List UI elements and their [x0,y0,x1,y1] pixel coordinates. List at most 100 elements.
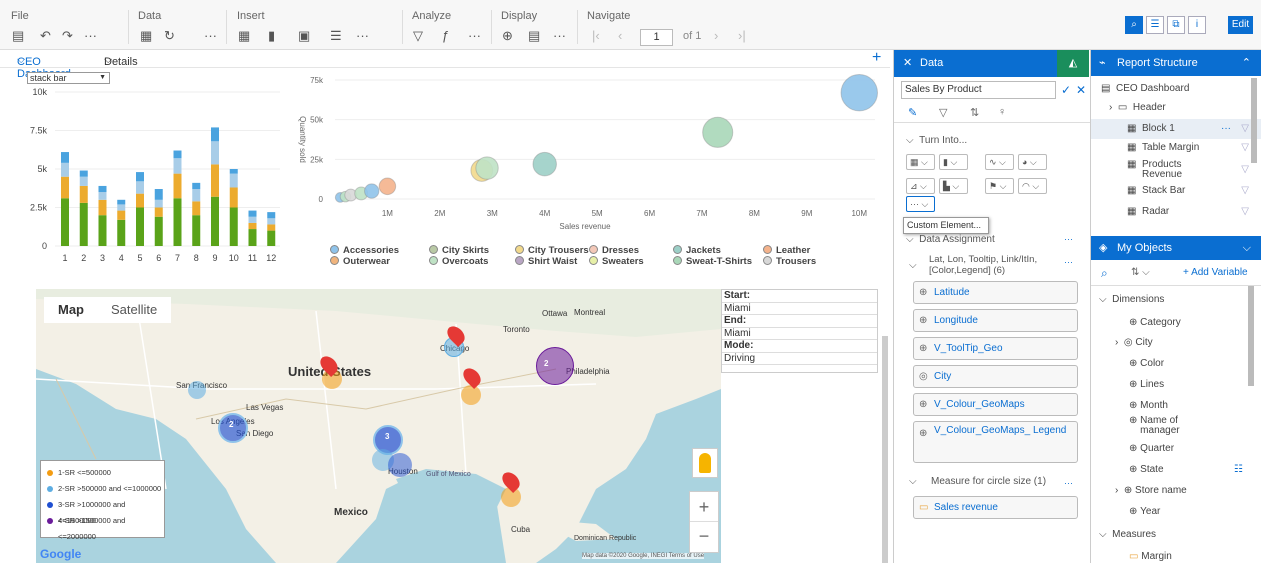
element-name-input[interactable]: Sales By Product [901,81,1056,99]
field-longitude[interactable]: ⊕ Longitude [913,309,1078,332]
object-city[interactable]: › ◎ City [1091,337,1261,348]
data-assignment-section[interactable]: ⌵ Data Assignment [906,234,995,245]
display-icon[interactable]: ▤ [528,28,540,44]
field-tooltip-geo[interactable]: ⊕ V_ToolTip_Geo [913,337,1078,360]
tree-item-ceo-dashboard[interactable]: ▤ CEO Dashboard [1091,83,1261,94]
next-page-icon[interactable]: › [714,28,718,43]
street-view-pegman-icon[interactable] [692,448,718,478]
tree-item-radar[interactable]: ▦ Radar ▽ [1091,206,1261,217]
object-store-name[interactable]: › ⊕ Store name [1091,485,1261,496]
tree-item-table-margin[interactable]: ▦ Table Margin ▽ [1091,142,1261,153]
edit-button[interactable]: Edit [1228,16,1253,34]
section-icon[interactable]: ☰ [330,28,342,44]
search-view-icon[interactable]: ⌕ [1125,16,1143,34]
tree-item-header[interactable]: › ▭ Header [1091,102,1261,113]
map-tab-satellite[interactable]: Satellite [97,297,172,323]
object-category[interactable]: ⊕ Category [1091,317,1261,328]
map-circle[interactable] [388,453,412,477]
more-icon[interactable]: ··· [1064,257,1073,267]
object-lines[interactable]: ⊕ Lines [1091,379,1261,390]
object-color[interactable]: ⊕ Color [1091,358,1261,369]
table-icon[interactable]: ▦ [238,28,250,44]
field-colour-geomaps[interactable]: ⊕ V_Colour_GeoMaps [913,393,1078,416]
treemap-type-button[interactable]: ▙ ⌵ [939,178,968,194]
field-latitude[interactable]: ⊕ Latitude [913,281,1078,304]
dimensions-group[interactable]: ⌵ Dimensions [1091,294,1261,305]
bar-type-button[interactable]: ▮ ⌵ [939,154,968,170]
formula-icon[interactable]: ƒ [442,28,449,43]
save-icon[interactable]: ▤ [12,28,24,44]
object-month[interactable]: ⊕ Month [1091,400,1261,411]
more-icon[interactable]: ··· [1064,234,1073,244]
collapse-icon[interactable]: ⌵ [909,476,917,487]
first-page-icon[interactable]: |‹ [592,28,600,43]
pie-type-button[interactable]: ◕ ⌵ [1018,154,1047,170]
add-variable-button[interactable]: + Add Variable [1183,267,1248,278]
field-colour-geomaps-legend[interactable]: ⊕ V_Colour_GeoMaps_ Legend [913,421,1078,463]
sort-tab-icon[interactable]: ⇅ [970,106,979,119]
add-tab-icon[interactable]: + [872,49,881,67]
object-year[interactable]: ⊕ Year [1091,506,1261,517]
object-state[interactable]: ⊕ State ☷ [1091,464,1261,475]
more-icon[interactable]: ··· [1064,478,1073,488]
map-tab-map[interactable]: Map [44,297,99,323]
page-number-input[interactable]: 1 [640,29,673,46]
object-name-of-manager[interactable]: ⊕ Name of manager [1091,416,1261,436]
map-type-button[interactable]: ⚑ ⌵ [985,178,1014,194]
cancel-icon[interactable]: ✕ [1076,83,1086,97]
confirm-icon[interactable]: ✓ [1061,83,1071,97]
chart-type-select[interactable]: stack bar ▼ [27,72,110,84]
zoom-icon[interactable]: ⊕ [502,28,513,44]
list-view-icon[interactable]: ☰ [1146,16,1164,34]
prev-page-icon[interactable]: ‹ [618,28,622,43]
report-structure-header[interactable]: ⌁ Report Structure ⌃ [1091,50,1261,76]
copy-view-icon[interactable]: ⧉ [1167,16,1185,34]
collapse-icon[interactable]: ⌵ [909,260,917,271]
object-margin[interactable]: ▭ Margin [1091,551,1261,562]
more-icon[interactable]: ··· [84,28,97,43]
cell-icon[interactable]: ▣ [298,28,310,44]
refresh-icon[interactable]: ↻ [164,28,175,44]
gauge-type-button[interactable]: ◠ ⌵ [1018,178,1047,194]
info-icon[interactable]: i [1188,16,1206,34]
filter-icon[interactable]: ▽ [413,28,423,44]
search-icon[interactable]: ⌕ [1101,266,1108,281]
map-circle[interactable] [461,385,481,405]
sort-icon[interactable]: ⇅ ⌵ [1131,267,1150,278]
map-circle[interactable] [536,347,574,385]
line-type-button[interactable]: ∿ ⌵ [985,154,1014,170]
tab-details[interactable]: Details ⌵ [104,54,138,68]
tree-item-products-revenue[interactable]: ▦ Products Revenue ▽ [1091,160,1261,180]
measures-group[interactable]: ⌵ Measures [1091,529,1261,540]
redo-icon[interactable]: ↷ [62,28,73,44]
objects-scrollbar[interactable] [1248,286,1254,386]
table-type-button[interactable]: ▦ ⌵ [906,154,935,170]
build-tab-icon[interactable]: ✎ [908,106,917,119]
map-circle[interactable] [188,381,206,399]
my-objects-header[interactable]: ◈ My Objects ⌵ [1091,236,1261,260]
more-icon[interactable]: ··· [468,28,481,43]
undo-icon[interactable]: ↶ [40,28,51,44]
ranking-tab-icon[interactable]: ♀ [998,106,1006,118]
collapse-down-icon[interactable]: ⌵ [1243,236,1251,260]
data-icon[interactable]: ▦ [140,28,152,44]
zoom-in-icon[interactable]: + [690,492,718,522]
tree-item-stack-bar[interactable]: ▦ Stack Bar ▽ [1091,185,1261,196]
object-quarter[interactable]: ⊕ Quarter [1091,443,1261,454]
field-sales-revenue[interactable]: ▭ Sales revenue [913,496,1078,519]
structure-scrollbar[interactable] [1251,78,1257,163]
tree-item-block-1[interactable]: ▦ Block 1 ··· ▽ [1091,119,1261,139]
styling-icon[interactable]: ◭ [1057,50,1089,77]
field-city[interactable]: ◎ City [913,365,1078,388]
turn-into-section[interactable]: ⌵ Turn Into... [906,135,967,146]
more-icon[interactable]: ··· [356,28,369,43]
more-icon[interactable]: ··· [553,28,566,43]
zoom-out-icon[interactable]: − [690,522,718,552]
scatter-type-button[interactable]: ⊿ ⌵ [906,178,935,194]
collapse-up-icon[interactable]: ⌃ [1242,50,1251,76]
more-icon[interactable]: ··· [204,28,217,43]
tab-ceo-dashboard[interactable]: CEO Dashboard ⌵ [17,54,71,80]
report-scrollbar[interactable] [882,336,888,563]
chart-icon[interactable]: ▮ [268,28,275,44]
filter-tab-icon[interactable]: ▽ [939,106,947,119]
